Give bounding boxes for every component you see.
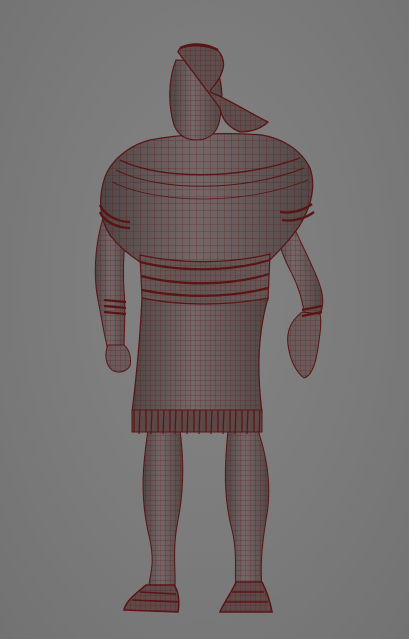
left-leg <box>224 429 270 591</box>
tunic-skirt <box>131 297 269 413</box>
torso <box>100 133 314 263</box>
left-sandal <box>218 581 273 613</box>
left-hand <box>287 311 322 379</box>
right-hand <box>105 344 131 373</box>
3d-viewport[interactable] <box>0 0 409 639</box>
right-leg <box>142 429 184 593</box>
tunic-fringe <box>131 409 263 435</box>
wireframe-model <box>94 43 324 613</box>
right-sandal <box>123 584 180 613</box>
waist-sash <box>139 253 271 305</box>
